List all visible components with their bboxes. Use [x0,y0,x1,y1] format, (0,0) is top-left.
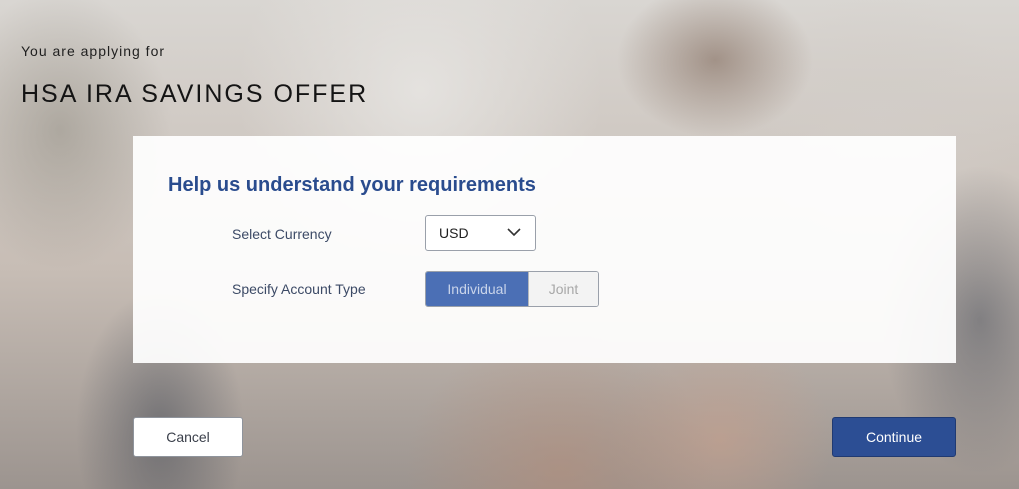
applying-for-intro: You are applying for [21,43,166,59]
account-type-label: Specify Account Type [232,281,366,297]
currency-select-value: USD [439,225,469,241]
chevron-down-icon [507,228,521,237]
requirements-title: Help us understand your requirements [168,174,536,196]
currency-select[interactable]: USD [425,215,536,251]
account-type-toggle: Individual Joint [425,271,599,307]
continue-button[interactable]: Continue [832,417,956,457]
account-type-individual[interactable]: Individual [426,272,528,306]
product-title: HSA IRA SAVINGS OFFER [21,80,369,108]
requirements-card: Help us understand your requirements Sel… [133,136,956,363]
cancel-button[interactable]: Cancel [133,417,243,457]
currency-label: Select Currency [232,226,332,242]
account-type-joint[interactable]: Joint [528,272,598,306]
